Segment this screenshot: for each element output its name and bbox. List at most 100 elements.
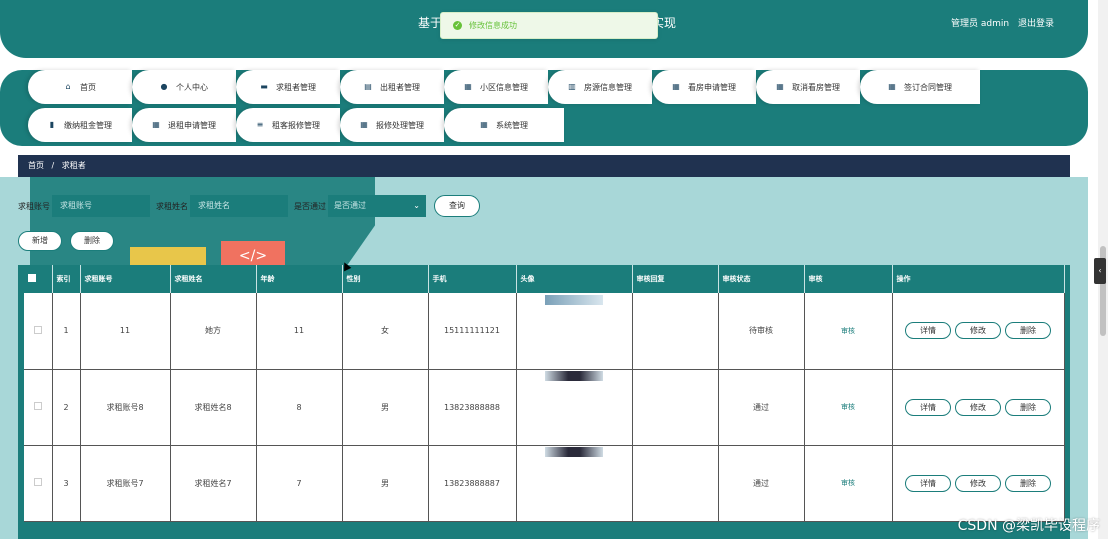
nav-item[interactable]: ● 个人中心: [132, 70, 236, 104]
check-circle-icon: ✓: [453, 21, 462, 30]
edit-button[interactable]: 修改: [955, 398, 1001, 416]
background-decoration-yellow: [130, 247, 206, 267]
logout-link[interactable]: 退出登录: [1018, 19, 1054, 29]
status-cell: 通过: [718, 369, 805, 446]
status-cell: 通过: [718, 445, 805, 522]
breadcrumb: 首页 / 求租者: [18, 155, 1070, 177]
edit-button[interactable]: 修改: [955, 474, 1001, 492]
nav-item[interactable]: ▦ 报修处理管理: [340, 108, 444, 142]
nav-item[interactable]: ▮ 缴纳租金管理: [28, 108, 132, 142]
batch-delete-button[interactable]: 删除: [70, 231, 114, 251]
grid-icon: ▦: [152, 120, 160, 129]
table-row: 3 求租账号7 求租姓名7 7 男 13823888887 通过 审核 详情 修改 删除: [24, 445, 1065, 522]
nav-item-label: 缴纳租金管理: [64, 120, 112, 130]
row-checkbox[interactable]: [33, 478, 42, 486]
nav-row-1: ⌂ 首页 ● 个人中心 ▬ 求租者管理 ▤ 出租者管理 ▦ 小区信息管理 ▥ 房源信息管理 ▦ 看房申请管…: [28, 70, 980, 104]
column-header: 性别: [342, 265, 429, 293]
audit-link[interactable]: 审核: [841, 479, 855, 487]
page: 基于 实现 管理员 admin 退出登录 ✓ 修改信息成功 ⌂ 首页 ● 个人中心 ▬ 求…: [0, 0, 1108, 539]
select-all-header: [24, 265, 53, 293]
name-cell: 她方: [170, 293, 257, 370]
nav-item-label: 看房申请管理: [688, 82, 736, 92]
column-header: 头像: [516, 265, 633, 293]
nav-item[interactable]: ▦ 取消看房管理: [756, 70, 860, 104]
table-header-row: 索引 求租账号 求租姓名 年龄 性别 手机 头像 审核回复 审核状态 审核 操作: [24, 265, 1065, 293]
select-all-checkbox[interactable]: [28, 274, 36, 282]
audit-cell: 审核: [804, 293, 893, 370]
chevron-down-icon: ⌄: [413, 201, 420, 210]
delete-button[interactable]: 删除: [1005, 322, 1051, 340]
nav-item[interactable]: ▦ 退租申请管理: [132, 108, 236, 142]
nav-item[interactable]: ▤ 出租者管理: [340, 70, 444, 104]
audit-link[interactable]: 审核: [841, 327, 855, 335]
account-cell: 11: [80, 293, 171, 370]
nav-item[interactable]: ▦ 看房申请管理: [652, 70, 756, 104]
site-title-start: 基于: [418, 16, 443, 30]
age-cell: 11: [256, 293, 343, 370]
operations-cell: 详情 修改 删除: [892, 445, 1065, 522]
phone-cell: 13823888887: [428, 445, 517, 522]
row-checkbox[interactable]: [33, 402, 42, 410]
detail-button[interactable]: 详情: [905, 398, 951, 416]
passed-select-placeholder: 是否通过: [334, 201, 366, 210]
table-row: 1 11 她方 11 女 15111111121 待审核 审核 详情 修改 删除: [24, 293, 1065, 370]
watermark: CSDN @梁凯毕设程序: [957, 518, 1100, 534]
row-checkbox[interactable]: [33, 325, 42, 334]
add-button[interactable]: 新增: [18, 231, 62, 251]
table-row: 2 求租账号8 求租姓名8 8 男 13823888888 通过 审核 详情 修改 删除: [24, 369, 1065, 446]
age-cell: 7: [256, 445, 343, 522]
avatar-image: [545, 447, 603, 457]
nav-item-label: 退租申请管理: [168, 120, 216, 130]
data-table: 索引 求租账号 求租姓名 年龄 性别 手机 头像 审核回复 审核状态 审核 操作…: [24, 265, 1065, 522]
audit-link[interactable]: 审核: [841, 403, 855, 411]
column-header: 年龄: [256, 265, 343, 293]
avatar-cell: [516, 445, 633, 522]
collapse-tab[interactable]: ‹: [1094, 258, 1106, 284]
index-cell: 1: [52, 293, 81, 370]
bar-chart-icon: ▮: [49, 120, 55, 129]
reply-cell: [632, 293, 719, 370]
audit-cell: 审核: [804, 445, 893, 522]
nav-item[interactable]: ▬ 求租者管理: [236, 70, 340, 104]
passed-label: 是否通过: [294, 201, 326, 211]
gender-cell: 男: [342, 445, 429, 522]
detail-button[interactable]: 详情: [905, 322, 951, 340]
grid-icon: ▦: [360, 120, 368, 129]
avatar-image: [545, 371, 603, 381]
content-area: </> 求租账号 求租账号 求租姓名 求租姓名 是否通过 是否通过 ⌄ 查询 新…: [0, 177, 1088, 539]
breadcrumb-separator: /: [51, 161, 55, 170]
success-toast: ✓ 修改信息成功: [440, 12, 658, 39]
name-search-input[interactable]: 求租姓名: [190, 195, 288, 217]
breadcrumb-home[interactable]: 首页: [28, 161, 44, 170]
nav-item[interactable]: ▦ 小区信息管理: [444, 70, 548, 104]
reply-cell: [632, 369, 719, 446]
grid-icon: ▦: [480, 120, 488, 129]
delete-button[interactable]: 删除: [1005, 398, 1051, 416]
nav-item[interactable]: ⌂ 首页: [28, 70, 132, 104]
nav-item-label: 报修处理管理: [376, 120, 424, 130]
gender-cell: 女: [342, 293, 429, 370]
column-header: 求租账号: [80, 265, 171, 293]
avatar-cell: [516, 293, 633, 370]
query-button[interactable]: 查询: [434, 195, 480, 217]
nav-item[interactable]: ▦ 签订合同管理: [860, 70, 980, 104]
user-label: 管理员 admin: [951, 19, 1010, 29]
nav-item[interactable]: ≡ 租客报修管理: [236, 108, 340, 142]
account-search-input[interactable]: 求租账号: [52, 195, 150, 217]
column-header: 审核: [804, 265, 893, 293]
passed-select[interactable]: 是否通过 ⌄: [328, 195, 426, 217]
nav-item-label: 系统管理: [496, 120, 528, 130]
edit-button[interactable]: 修改: [955, 322, 1001, 340]
nav-item[interactable]: ▦ 系统管理: [444, 108, 564, 142]
index-cell: 2: [52, 369, 81, 446]
name-cell: 求租姓名8: [170, 369, 257, 446]
column-header: 手机: [428, 265, 517, 293]
header-user: 管理员 admin 退出登录: [945, 16, 1054, 29]
detail-button[interactable]: 详情: [905, 474, 951, 492]
table-body: 1 11 她方 11 女 15111111121 待审核 审核 详情 修改 删除 2 求租账号8 求租姓名…: [24, 293, 1065, 522]
operations-cell: 详情 修改 删除: [892, 293, 1065, 370]
audit-cell: 审核: [804, 369, 893, 446]
user-icon: ●: [160, 82, 168, 91]
delete-button[interactable]: 删除: [1005, 474, 1051, 492]
nav-item[interactable]: ▥ 房源信息管理: [548, 70, 652, 104]
